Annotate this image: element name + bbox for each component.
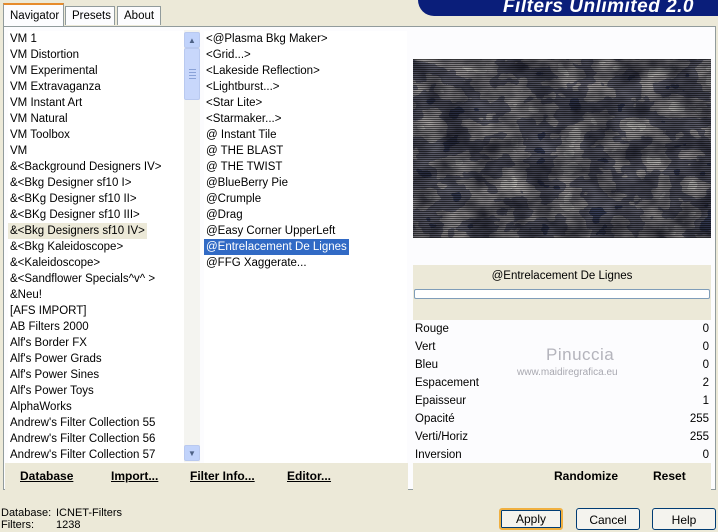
param-label: Espacement <box>415 377 479 389</box>
banner-title: Filters Unlimited 2.0 <box>502 0 694 17</box>
category-list-item[interactable]: &<Kaleidoscope> <box>8 255 102 271</box>
param-row[interactable]: Inversion 0 <box>413 446 711 464</box>
param-value[interactable]: 0 <box>703 320 709 338</box>
title-banner: Filters Unlimited 2.0 <box>418 0 718 17</box>
tab-about[interactable]: About <box>117 6 161 25</box>
param-value[interactable]: 0 <box>703 446 709 464</box>
param-label: Bleu <box>415 359 439 371</box>
category-list-item[interactable]: &<BKg Designer sf10 III> <box>8 207 142 223</box>
category-list-item[interactable]: &<Bkg Designers sf10 IV> <box>8 223 147 239</box>
category-list-item[interactable]: Andrew's Filter Collection 57 <box>8 447 157 463</box>
param-value[interactable]: 0 <box>703 356 709 374</box>
category-list-item[interactable]: VM Distortion <box>8 47 81 63</box>
param-value[interactable]: 255 <box>690 410 709 428</box>
filter-list-item[interactable]: @ THE TWIST <box>204 159 284 175</box>
filter-list-item[interactable]: @Entrelacement De Lignes <box>204 239 349 255</box>
category-list-item[interactable]: VM <box>8 143 29 159</box>
scroll-thumb[interactable] <box>184 48 200 100</box>
status-filters: Filters: 1238 <box>1 519 80 532</box>
randomize-bar: Randomize Reset <box>413 463 711 490</box>
param-row[interactable]: Rouge 0 <box>413 320 711 338</box>
chevron-up-icon: ▲ <box>188 35 196 45</box>
database-button[interactable]: Database <box>20 469 73 483</box>
filter-list-item[interactable]: @FFG Xaggerate... <box>204 255 309 271</box>
param-value[interactable]: 255 <box>690 428 709 446</box>
param-label: Epaisseur <box>415 395 467 407</box>
filter-list-item[interactable]: <Lightburst...> <box>204 79 282 95</box>
category-list-item[interactable]: VM Extravaganza <box>8 79 103 95</box>
filter-list-item[interactable]: @Easy Corner UpperLeft <box>204 223 337 239</box>
category-list-item[interactable]: Andrew's Filter Collection 55 <box>8 415 157 431</box>
filter-list-item[interactable]: <Starmaker...> <box>204 111 283 127</box>
category-list-item[interactable]: VM 1 <box>8 31 39 47</box>
filter-list[interactable]: <@Plasma Bkg Maker> <Grid...> <Lakeside Re… <box>204 31 407 463</box>
param-row[interactable]: Epaisseur 1 <box>413 392 711 410</box>
filter-list-item[interactable]: @Drag <box>204 207 245 223</box>
filter-info-button[interactable]: Filter Info... <box>190 469 255 483</box>
scroll-up-button[interactable]: ▲ <box>184 32 200 48</box>
randomize-button[interactable]: Randomize <box>554 469 618 483</box>
reset-button[interactable]: Reset <box>653 469 686 483</box>
category-list-item[interactable]: VM Experimental <box>8 63 100 79</box>
watermark-url: www.maidiregrafica.eu <box>517 367 618 378</box>
category-list-item[interactable]: Andrew's Filter Collection 56 <box>8 431 157 447</box>
param-label: Opacité <box>415 413 455 425</box>
editor-button[interactable]: Editor... <box>287 469 331 483</box>
filter-list-item[interactable]: @Crumple <box>204 191 263 207</box>
category-list-item[interactable]: VM Natural <box>8 111 70 127</box>
category-list-item[interactable]: Alf's Power Grads <box>8 351 104 367</box>
preview-image[interactable] <box>413 59 711 238</box>
param-row[interactable]: Opacité 255 <box>413 410 711 428</box>
category-list-item[interactable]: [AFS IMPORT] <box>8 303 88 319</box>
preview-caption: @Entrelacement De Lignes <box>491 270 633 282</box>
preview-texture-image <box>413 59 711 238</box>
param-value[interactable]: 1 <box>703 392 709 410</box>
category-list-item[interactable]: AB Filters 2000 <box>8 319 91 335</box>
status-filters-label: Filters: <box>1 519 34 531</box>
param-label: Rouge <box>415 323 449 335</box>
filter-list-item[interactable]: @ Instant Tile <box>204 127 278 143</box>
filter-list-item[interactable]: <Lakeside Reflection> <box>204 63 322 79</box>
tab-presets[interactable]: Presets <box>65 6 115 25</box>
progress-bar <box>414 289 710 299</box>
category-list-item[interactable]: &<Sandflower Specials^v^ > <box>8 271 157 287</box>
category-list-item[interactable]: &<Bkg Kaleidoscope> <box>8 239 125 255</box>
parameter-list: Rouge 0 Vert 0 Bleu 0 Espacement 2 Epaisseur 1 Opa… <box>413 320 711 464</box>
filter-list-item[interactable]: <@Plasma Bkg Maker> <box>204 31 330 47</box>
chevron-down-icon: ▼ <box>188 448 196 458</box>
param-row[interactable]: Verti/Horiz 255 <box>413 428 711 446</box>
category-list-item[interactable]: Alf's Border FX <box>8 335 89 351</box>
param-label: Inversion <box>415 449 462 461</box>
category-list-item[interactable]: &Neu! <box>8 287 44 303</box>
category-list[interactable]: VM 1 VM Distortion VM Experimental VM Extra… <box>8 31 184 463</box>
help-button[interactable]: Help <box>652 508 716 530</box>
scroll-down-button[interactable]: ▼ <box>184 445 200 461</box>
filter-list-item[interactable]: @BlueBerry Pie <box>204 175 290 191</box>
category-list-item[interactable]: &<Background Designers IV> <box>8 159 164 175</box>
category-list-item[interactable]: &<BKg Designer sf10 II> <box>8 191 139 207</box>
status-database-label: Database: <box>1 507 52 519</box>
category-list-item[interactable]: Alf's Power Sines <box>8 367 101 383</box>
param-label: Verti/Horiz <box>415 431 469 443</box>
filter-list-item[interactable]: <Star Lite> <box>204 95 264 111</box>
tab-navigator[interactable]: Navigator <box>3 3 64 26</box>
filter-list-item[interactable]: <Grid...> <box>204 47 253 63</box>
category-list-item[interactable]: Alf's Power Toys <box>8 383 96 399</box>
category-list-item[interactable]: AlphaWorks <box>8 399 74 415</box>
category-list-item[interactable]: VM Instant Art <box>8 95 84 111</box>
param-value[interactable]: 0 <box>703 338 709 356</box>
category-scrollbar[interactable]: ▲ ▼ <box>184 30 200 462</box>
status-filters-value: 1238 <box>56 519 81 531</box>
category-list-item[interactable]: VM Toolbox <box>8 127 72 143</box>
param-value[interactable]: 2 <box>703 374 709 392</box>
category-list-item[interactable]: &<Bkg Designer sf10 I> <box>8 175 133 191</box>
watermark-name: Pinuccia <box>546 345 615 364</box>
filter-list-item[interactable]: @ THE BLAST <box>204 143 285 159</box>
param-label: Vert <box>415 341 436 353</box>
apply-button[interactable]: Apply <box>499 508 563 530</box>
list-toolbar: Database Import... Filter Info... Editor… <box>5 463 408 490</box>
cancel-button[interactable]: Cancel <box>576 508 640 530</box>
import-button[interactable]: Import... <box>111 469 158 483</box>
